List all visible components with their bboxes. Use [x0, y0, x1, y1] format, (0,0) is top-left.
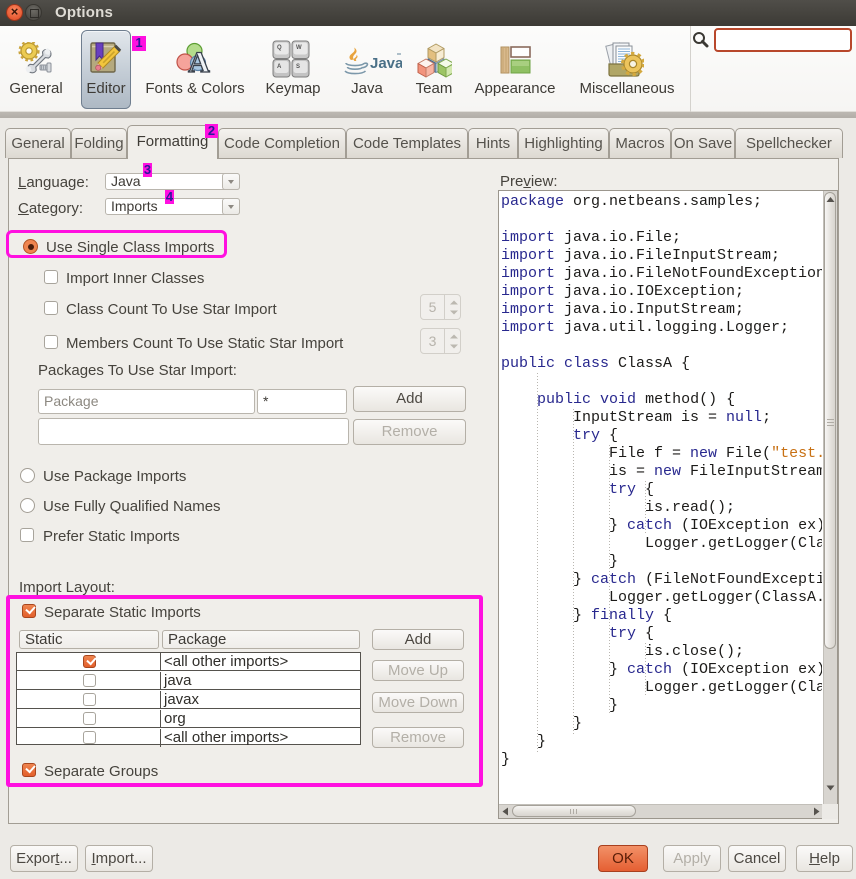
- svg-text:W: W: [296, 45, 302, 51]
- svg-text:A: A: [188, 46, 210, 76]
- svg-text:S: S: [296, 64, 300, 70]
- svg-text:A: A: [277, 64, 282, 70]
- svg-text:Java: Java: [370, 55, 402, 72]
- svg-text:Q: Q: [277, 45, 282, 51]
